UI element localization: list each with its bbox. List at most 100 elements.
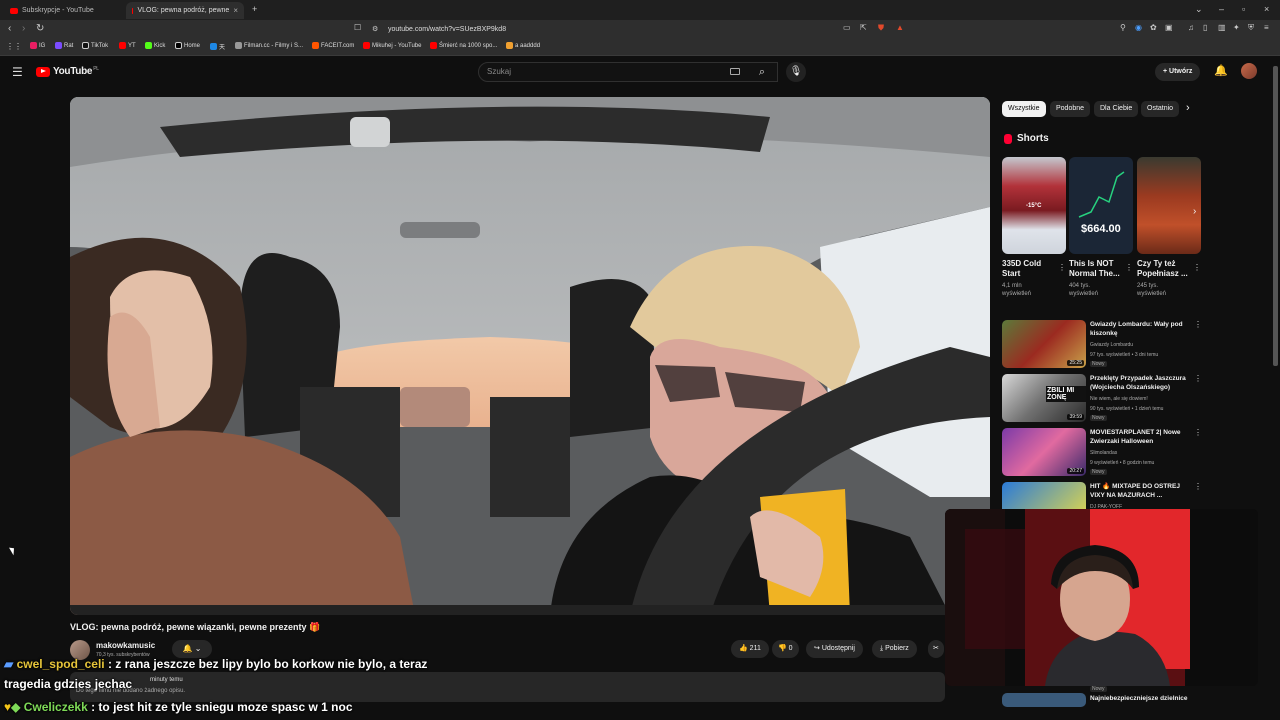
brave-shield-icon[interactable]: ⛊	[878, 23, 884, 33]
share-page-icon[interactable]: ⇱	[860, 23, 867, 32]
channel-name: Slimolandas	[1090, 450, 1118, 456]
more-options-icon[interactable]: ⋮	[1194, 482, 1202, 491]
short-item[interactable]: -15°C 335D Cold Start 4,1 mln wyświetleń…	[1002, 157, 1066, 298]
shorts-next-icon[interactable]: ›	[1193, 206, 1196, 217]
dislike-button[interactable]: 👎 0	[772, 640, 799, 658]
youtube-logo[interactable]: YouTube PL	[36, 66, 99, 77]
chat-text: : z rana jeszcze bez lipy bylo bo korkow…	[107, 657, 428, 671]
scrollbar-thumb[interactable]	[1273, 66, 1278, 366]
bookmark-kick[interactable]: Kick	[145, 42, 165, 49]
recommended-video[interactable]: ZBILI MI ŻONĘ 39:59 Przeklęty Przypadek …	[1002, 374, 1202, 424]
notifications-bell-icon[interactable]: 🔔	[1214, 64, 1228, 77]
short-thumbnail: $664.00	[1069, 157, 1133, 254]
share-icon: ↪	[814, 645, 820, 652]
tab-vlog[interactable]: VLOG: pewna podróż, pewne ×	[126, 2, 244, 19]
search-icon[interactable]: ⌕	[750, 62, 774, 82]
recommended-video[interactable]: Najniebezpieczniejsze dzielnice Nowy	[1002, 686, 1202, 713]
media-icon[interactable]: ♫	[1188, 23, 1194, 32]
leo-icon[interactable]: ✦	[1233, 23, 1240, 32]
short-views: 245 tys. wyświetleń	[1137, 283, 1167, 297]
bookmark-smierc[interactable]: Śmierć na 1000 spo...	[430, 42, 497, 49]
bookmark-aadddd[interactable]: a aadddd	[506, 42, 540, 49]
download-button[interactable]: ⤓ Pobierz	[872, 640, 917, 658]
hamburger-menu-icon[interactable]: ☰	[12, 65, 23, 79]
cast-icon[interactable]: ▭	[843, 23, 851, 32]
more-options-icon[interactable]: ⋮	[1194, 428, 1202, 437]
channel-name: Gwiazdy Lombardu	[1090, 342, 1134, 348]
bookmark-filman[interactable]: Filman.cc - Filmy i S...	[235, 42, 303, 49]
microphone-icon[interactable]: 🎙	[786, 62, 806, 82]
video-player[interactable]	[70, 97, 990, 615]
more-options-icon[interactable]: ⋮	[1194, 374, 1202, 383]
bookmark-tiktok[interactable]: TikTok	[82, 42, 108, 49]
bookmark-ig[interactable]: IG	[30, 42, 45, 49]
more-options-icon[interactable]: ⋮	[1193, 263, 1201, 272]
extensions-icon[interactable]: ✿	[1150, 23, 1157, 32]
url-field[interactable]: youtube.com/watch?v=SUezBXP9kd8	[370, 23, 910, 37]
duration-badge: 39:59	[1067, 414, 1084, 420]
bookmark-rat[interactable]: Rat	[55, 42, 73, 49]
create-button[interactable]: + Utwórz	[1155, 63, 1201, 81]
page-scrollbar[interactable]	[1273, 62, 1278, 702]
maximize-icon[interactable]: ▫	[1242, 4, 1245, 14]
short-views: 4,1 mln wyświetleń	[1002, 283, 1032, 297]
chevron-right-icon[interactable]: ›	[1186, 102, 1190, 114]
recommended-video[interactable]: 25:25 Gwiazdy Lombardu: Wały pod kiszonk…	[1002, 320, 1202, 370]
short-thumbnail	[1137, 157, 1201, 254]
chip-for-you[interactable]: Dla Ciebie	[1094, 101, 1139, 117]
thumbs-down-icon: 👎	[778, 645, 787, 652]
shorts-icon	[1004, 133, 1012, 144]
chip-all[interactable]: Wszystkie	[1002, 101, 1046, 117]
bookmark-yt[interactable]: YT	[119, 42, 136, 49]
close-tab-icon[interactable]: ×	[233, 6, 238, 15]
brave-rewards-icon[interactable]: ▲	[896, 23, 904, 32]
bookmark-faceit[interactable]: FACEIT.com	[312, 42, 354, 49]
duration-badge: 20:27	[1067, 468, 1084, 474]
region-code: PL	[93, 65, 99, 72]
site-info-icon[interactable]: ⚙	[372, 25, 378, 33]
description-box[interactable]: minuty temu Do tego filmu nie dodano żad…	[70, 672, 945, 702]
account-avatar[interactable]	[1241, 63, 1257, 79]
chat-badge-icon: ▰	[4, 657, 14, 671]
forward-icon[interactable]: ›	[22, 23, 25, 34]
share-button[interactable]: ↪ Udostępnij	[806, 640, 863, 658]
keyboard-icon[interactable]	[730, 68, 740, 75]
shield-icon[interactable]: ⛨	[1248, 23, 1254, 33]
close-window-icon[interactable]: ×	[1264, 4, 1269, 14]
bookmark-home[interactable]: Home	[175, 42, 200, 49]
youtube-icon	[363, 42, 370, 49]
video-title: HIT 🔥 MIXTAPE DO OSTREJ VIXY NA MAZURACH…	[1090, 483, 1180, 499]
tab-subscriptions[interactable]: Subskrypcje - YouTube	[4, 2, 122, 19]
new-badge: Nowy	[1090, 469, 1107, 475]
more-options-icon[interactable]: ⋮	[1194, 320, 1202, 329]
chip-recent[interactable]: Ostatnio	[1141, 101, 1180, 117]
chat-username: Cweliczekk	[23, 700, 88, 714]
short-item[interactable]: $664.00 This Is NOT Normal The... 404 ty…	[1069, 157, 1133, 298]
minimize-icon[interactable]: –	[1219, 4, 1224, 14]
tab-search-icon[interactable]: ⌄	[1195, 4, 1203, 15]
chip-related[interactable]: Podobne	[1050, 101, 1091, 117]
vpn-icon[interactable]: ◉	[1135, 23, 1142, 32]
reading-icon[interactable]: ▥	[1218, 23, 1226, 32]
sidebar-toggle-icon[interactable]: ▯	[1203, 23, 1207, 32]
notification-bell-button[interactable]: 🔔 ⌄	[172, 640, 212, 658]
more-options-icon[interactable]: ⋮	[1058, 263, 1066, 272]
bookmark-icon[interactable]: ☐	[354, 23, 361, 32]
reload-icon[interactable]: ↻	[36, 23, 44, 34]
menu-icon[interactable]: ≡	[1264, 23, 1269, 32]
like-button[interactable]: 👍 211	[731, 640, 769, 658]
bookmark-kanji[interactable]: 天	[210, 42, 225, 51]
more-options-icon[interactable]: ⋮	[1125, 263, 1133, 272]
apps-icon[interactable]: ⋮⋮	[6, 42, 22, 51]
wallet-icon[interactable]: ▣	[1165, 23, 1173, 32]
extension-icon[interactable]: ⚲	[1120, 23, 1126, 32]
faceit-icon	[312, 42, 319, 49]
recommended-video[interactable]: 20:27 MOVIESTARPLANET 2| Nowe Zwierzaki …	[1002, 428, 1202, 478]
short-item[interactable]: Czy Ty też Popełniasz ... 245 tys. wyświ…	[1137, 157, 1201, 298]
back-icon[interactable]: ‹	[8, 23, 11, 34]
channel-name[interactable]: makowkamusic	[96, 641, 155, 650]
clip-button[interactable]: ✂	[928, 640, 944, 658]
bookmark-mikuhej[interactable]: Mikuhej - YouTube	[363, 42, 421, 49]
chat-message: tragedia gdzies jechac	[4, 677, 132, 691]
new-tab-icon[interactable]: +	[252, 4, 257, 14]
